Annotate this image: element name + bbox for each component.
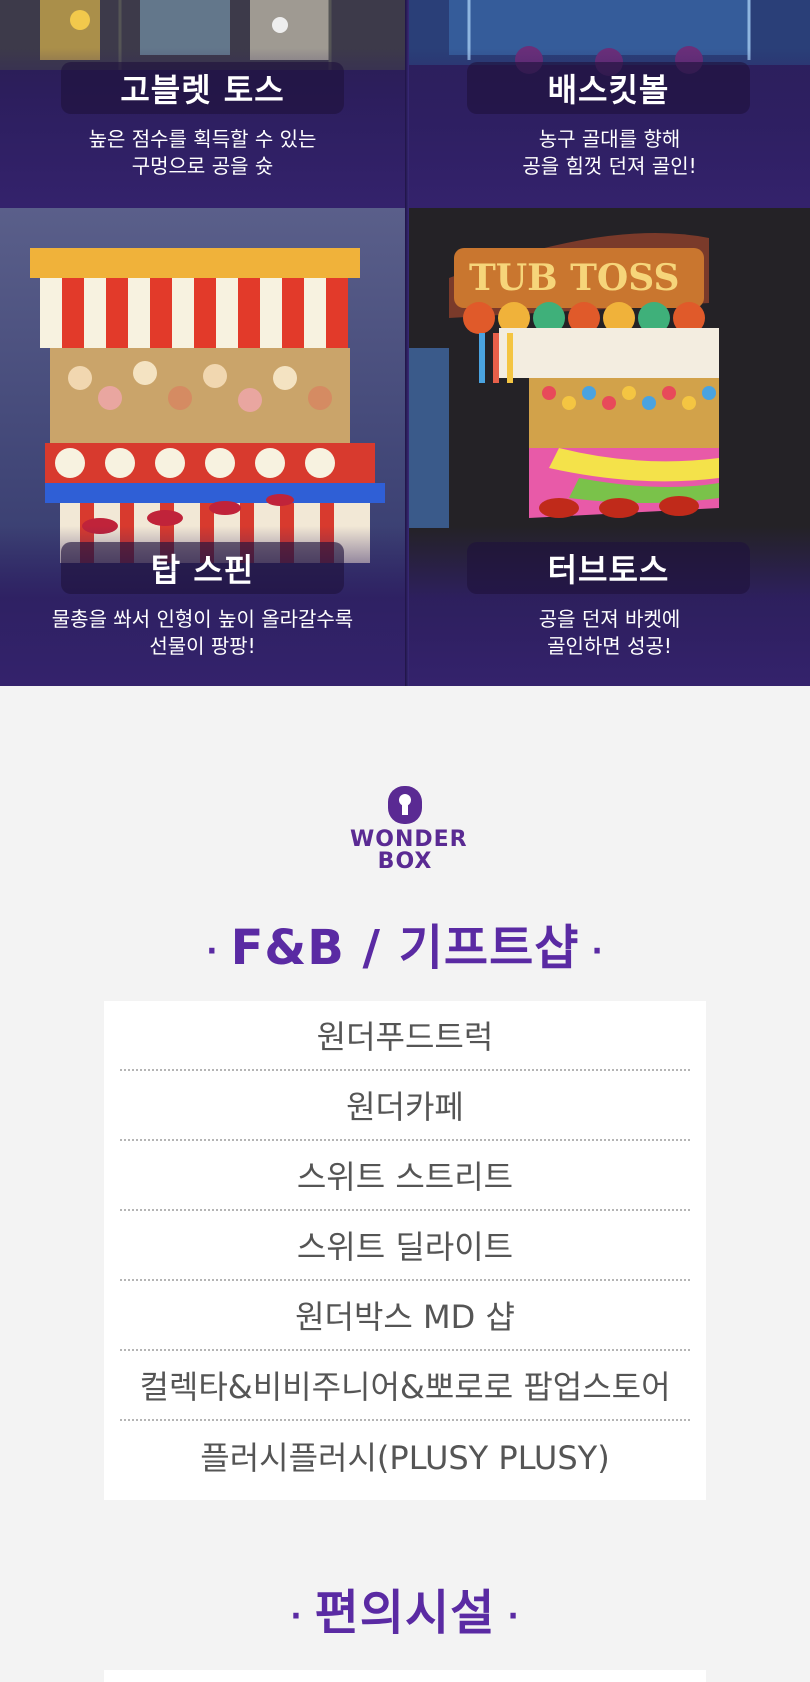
game-desc-line1: 높은 점수를 획득할 수 있는 bbox=[88, 127, 317, 151]
facilities-list bbox=[104, 1670, 706, 1682]
facilities-title-text: 편의시설 bbox=[314, 1585, 496, 1641]
game-description: 높은 점수를 획득할 수 있는 구멍으로 공을 슛 bbox=[0, 126, 405, 180]
game-title: 터브토스 bbox=[467, 542, 750, 594]
game-desc-line1: 공을 던져 바켓에 bbox=[538, 607, 681, 631]
game-desc-line2: 선물이 팡팡! bbox=[149, 634, 256, 658]
game-title: 탑 스핀 bbox=[61, 542, 344, 594]
game-desc-line2: 골인하면 성공! bbox=[547, 634, 672, 658]
game-description: 공을 던져 바켓에 골인하면 성공! bbox=[409, 606, 810, 660]
list-item[interactable]: 원더카페 bbox=[120, 1071, 690, 1141]
brand-line1: WONDER bbox=[350, 827, 468, 852]
game-card-tub-toss[interactable]: TUB TOSS 터브토스 공을 던져 바켓에 골인하면 성공! bbox=[409, 208, 810, 686]
game-card-goblet-toss[interactable]: 고블렛 토스 높은 점수를 획득할 수 있는 구멍으로 공을 슛 bbox=[0, 0, 405, 208]
game-description: 농구 골대를 향해 공을 힘껏 던져 골인! bbox=[409, 126, 810, 180]
game-title: 배스킷볼 bbox=[467, 62, 750, 114]
list-item[interactable]: 스위트 딜라이트 bbox=[120, 1211, 690, 1281]
game-title: 고블렛 토스 bbox=[61, 62, 344, 114]
facilities-section-title: · 편의시설 · bbox=[0, 1573, 810, 1643]
list-item[interactable]: 스위트 스트리트 bbox=[120, 1141, 690, 1211]
list-item[interactable]: 원더박스 MD 샵 bbox=[120, 1281, 690, 1351]
svg-text:TUB TOSS: TUB TOSS bbox=[469, 257, 680, 299]
keyhole-icon bbox=[388, 786, 422, 824]
brand-line2: BOX bbox=[377, 849, 433, 874]
list-item[interactable]: 컬렉타&비비주니어&뽀로로 팝업스토어 bbox=[120, 1351, 690, 1421]
title-dot: · bbox=[591, 933, 604, 969]
fnb-section-title: · F&B / 기프트샵 · bbox=[0, 908, 810, 978]
game-description: 물총을 쏴서 인형이 높이 올라갈수록 선물이 팡팡! bbox=[0, 606, 405, 660]
fnb-title-text: F&B / 기프트샵 bbox=[230, 920, 580, 976]
wonderbox-logo: WONDER BOX bbox=[350, 785, 468, 880]
title-dot: · bbox=[507, 1598, 520, 1634]
list-item[interactable]: 원더푸드트럭 bbox=[120, 1001, 690, 1071]
game-desc-line2: 공을 힘껏 던져 골인! bbox=[522, 154, 697, 178]
fnb-list: 원더푸드트럭 원더카페 스위트 스트리트 스위트 딜라이트 원더박스 MD 샵 … bbox=[104, 1001, 706, 1500]
game-desc-line2: 구멍으로 공을 슛 bbox=[131, 154, 274, 178]
title-dot: · bbox=[206, 933, 219, 969]
grid-divider bbox=[405, 0, 409, 686]
game-card-top-spin[interactable]: 탑 스핀 물총을 쏴서 인형이 높이 올라갈수록 선물이 팡팡! bbox=[0, 208, 405, 686]
list-item[interactable]: 플러시플러시(PLUSY PLUSY) bbox=[120, 1421, 690, 1491]
title-dot: · bbox=[290, 1598, 303, 1634]
game-card-basketball[interactable]: 배스킷볼 농구 골대를 향해 공을 힘껏 던져 골인! bbox=[409, 0, 810, 208]
game-grid: 고블렛 토스 높은 점수를 획득할 수 있는 구멍으로 공을 슛 배스킷볼 농구… bbox=[0, 0, 810, 686]
game-desc-line1: 농구 골대를 향해 bbox=[538, 127, 681, 151]
game-desc-line1: 물총을 쏴서 인형이 높이 올라갈수록 bbox=[51, 607, 354, 631]
